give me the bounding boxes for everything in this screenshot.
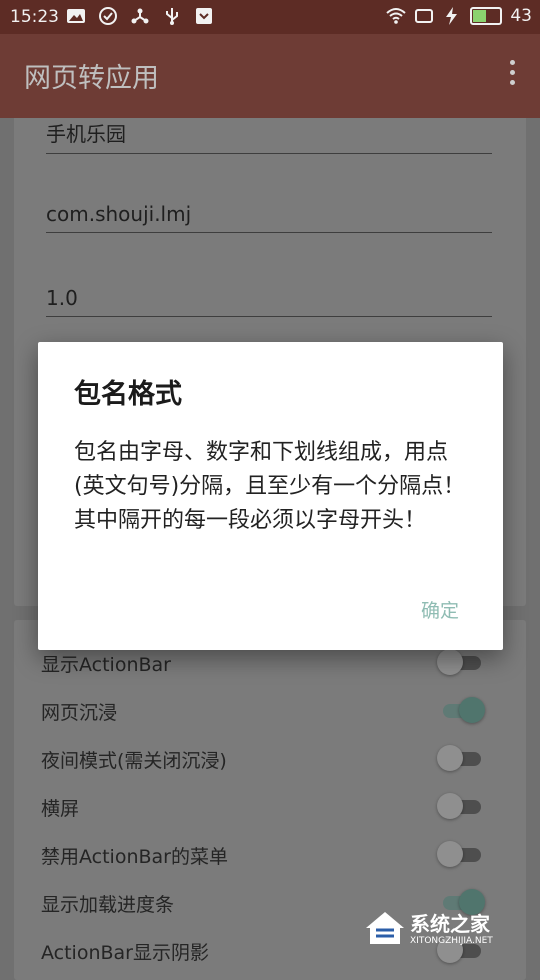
battery-level: 43 [510, 6, 532, 26]
house-logo-icon [366, 912, 404, 944]
lightning-icon [446, 7, 458, 25]
wifi-icon [386, 8, 407, 24]
setting-label: 显示ActionBar [41, 654, 171, 676]
status-icons-right: 43 [386, 6, 532, 26]
setting-label: 禁用ActionBar的菜单 [41, 846, 228, 868]
setting-row[interactable]: 网页沉浸 [41, 690, 501, 730]
setting-label: 网页沉浸 [41, 702, 118, 724]
watermark-text: 系统之家 [410, 912, 490, 936]
toggle-switch[interactable] [437, 649, 483, 675]
shield-icon [196, 8, 212, 24]
package-name-field[interactable]: com.shouji.lmj [46, 202, 492, 233]
app-name-field[interactable]: 手机乐园 [46, 118, 492, 154]
status-time: 15:23 [10, 7, 59, 27]
toggle-switch[interactable] [437, 745, 483, 771]
setting-label: ActionBar显示阴影 [41, 942, 209, 964]
setting-row[interactable]: 横屏 [41, 786, 501, 826]
app-bar: 网页转应用 [0, 34, 540, 118]
image-icon [67, 9, 85, 23]
package-format-dialog: 包名格式 包名由字母、数字和下划线组成，用点(英文句号)分隔，且至少有一个分隔点… [38, 342, 503, 650]
status-bar: 15:23 43 [0, 0, 540, 34]
setting-label: 夜间模式(需关闭沉浸) [41, 750, 227, 772]
usb-icon [166, 8, 178, 25]
dialog-title: 包名格式 [74, 379, 182, 410]
setting-label: 显示加载进度条 [41, 894, 175, 916]
setting-row[interactable]: 禁用ActionBar的菜单 [41, 834, 501, 874]
dialog-message: 包名由字母、数字和下划线组成，用点(英文句号)分隔，且至少有一个分隔点！其中隔开… [74, 440, 466, 533]
toggle-switch[interactable] [437, 793, 483, 819]
version-field[interactable]: 1.0 [46, 286, 492, 317]
check-circle-icon [99, 7, 117, 25]
toggle-switch[interactable] [437, 697, 485, 723]
watermark-url: XITONGZHIJIA.NET [410, 936, 493, 946]
app-title: 网页转应用 [24, 63, 159, 94]
toggle-switch[interactable] [437, 841, 483, 867]
square-icon [415, 9, 434, 23]
ok-button[interactable]: 确定 [421, 596, 459, 623]
more-vert-icon[interactable] [508, 60, 516, 92]
battery-icon [470, 7, 503, 25]
watermark: 系统之家 XITONGZHIJIA.NET [362, 902, 532, 952]
share-icon [131, 8, 149, 24]
setting-label: 横屏 [41, 798, 80, 820]
setting-row[interactable]: 夜间模式(需关闭沉浸) [41, 738, 501, 778]
status-icons-left [66, 6, 214, 26]
